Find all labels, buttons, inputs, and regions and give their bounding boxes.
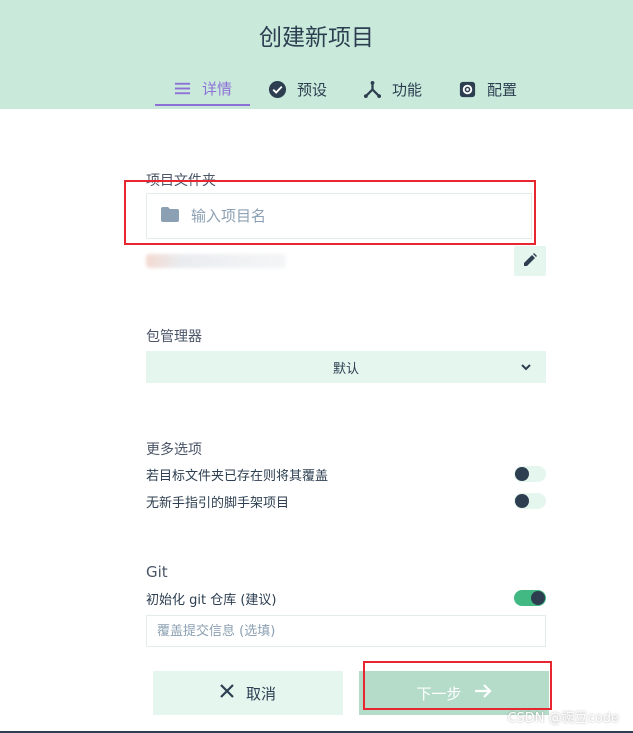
tab-label: 详情 (202, 79, 233, 98)
git-init-toggle[interactable] (514, 590, 546, 606)
toggle-knob (531, 591, 545, 605)
annotation-box (363, 661, 552, 710)
close-icon (220, 684, 234, 702)
package-manager-label: 包管理器 (146, 329, 202, 345)
git-label: Git (146, 563, 168, 581)
gear-icon (458, 80, 477, 99)
chevron-down-icon (520, 361, 532, 376)
cancel-button[interactable]: 取消 (153, 671, 343, 715)
option-label: 若目标文件夹已存在则将其覆盖 (146, 468, 329, 484)
page-title: 创建新项目 (259, 25, 374, 51)
tab-config[interactable]: 配置 (440, 72, 535, 106)
tab-label: 配置 (487, 80, 518, 99)
toggle-knob (515, 494, 529, 508)
list-icon (173, 79, 192, 98)
tab-label: 预设 (297, 80, 328, 99)
option-row-no-guide: 无新手指引的脚手架项目 (146, 491, 546, 511)
tab-details[interactable]: 详情 (155, 72, 251, 106)
select-value: 默认 (332, 361, 359, 377)
commit-message-field[interactable] (146, 615, 546, 647)
more-options-label: 更多选项 (146, 442, 202, 458)
edit-path-button[interactable] (514, 246, 546, 276)
annotation-box (124, 180, 536, 245)
overwrite-toggle[interactable] (514, 466, 546, 482)
toggle-knob (515, 467, 529, 481)
package-manager-select[interactable]: 默认 (146, 351, 546, 383)
option-label: 无新手指引的脚手架项目 (146, 495, 290, 511)
cancel-label: 取消 (245, 684, 276, 703)
tab-features[interactable]: 功能 (345, 72, 440, 106)
pencil-icon (523, 252, 537, 271)
commit-message-input[interactable] (157, 623, 517, 639)
project-path (146, 254, 286, 268)
tab-label: 功能 (392, 80, 423, 99)
no-guide-toggle[interactable] (514, 493, 546, 509)
watermark: CSDN @豌豆code (507, 711, 619, 726)
fork-icon (363, 80, 382, 99)
check-circle-icon (268, 80, 287, 99)
option-row-git-init: 初始化 git 仓库 (建议) (146, 588, 546, 608)
header: 创建新项目 详情 预设 功能 配置 (0, 0, 633, 109)
tab-bar: 详情 预设 功能 配置 (155, 72, 535, 109)
tab-presets[interactable]: 预设 (250, 72, 345, 106)
option-label: 初始化 git 仓库 (建议) (146, 592, 277, 608)
option-row-overwrite: 若目标文件夹已存在则将其覆盖 (146, 464, 546, 484)
